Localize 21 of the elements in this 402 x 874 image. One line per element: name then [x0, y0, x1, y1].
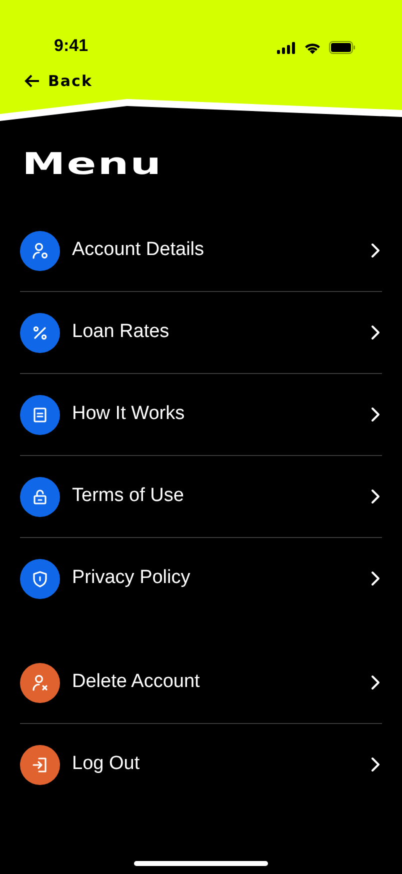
menu-item[interactable]: How It Works	[0, 374, 402, 455]
menu-item[interactable]: Privacy Policy	[0, 538, 402, 619]
chevron-icon	[371, 757, 380, 772]
signal-icon	[277, 42, 296, 54]
status-time: 9:41	[54, 34, 88, 56]
chevron-icon	[371, 243, 380, 258]
chevron-icon	[371, 675, 380, 690]
back-arrow-icon	[24, 74, 40, 88]
menu-item[interactable]: Terms of Use	[0, 456, 402, 537]
menu-item[interactable]: Delete Account	[0, 642, 402, 723]
chevron-icon	[371, 571, 380, 586]
chevron-icon	[371, 407, 380, 422]
chevron-icon	[371, 325, 380, 340]
back-button[interactable]: Back	[0, 58, 92, 92]
menu-title: Menu	[22, 150, 164, 180]
menu-item[interactable]: Log Out	[0, 724, 402, 805]
menu-item[interactable]: Loan Rates	[0, 292, 402, 373]
battery-icon	[329, 41, 356, 54]
wifi-icon	[304, 42, 321, 54]
chevron-icon	[371, 489, 380, 504]
menu-item[interactable]: Account Details	[0, 210, 402, 291]
